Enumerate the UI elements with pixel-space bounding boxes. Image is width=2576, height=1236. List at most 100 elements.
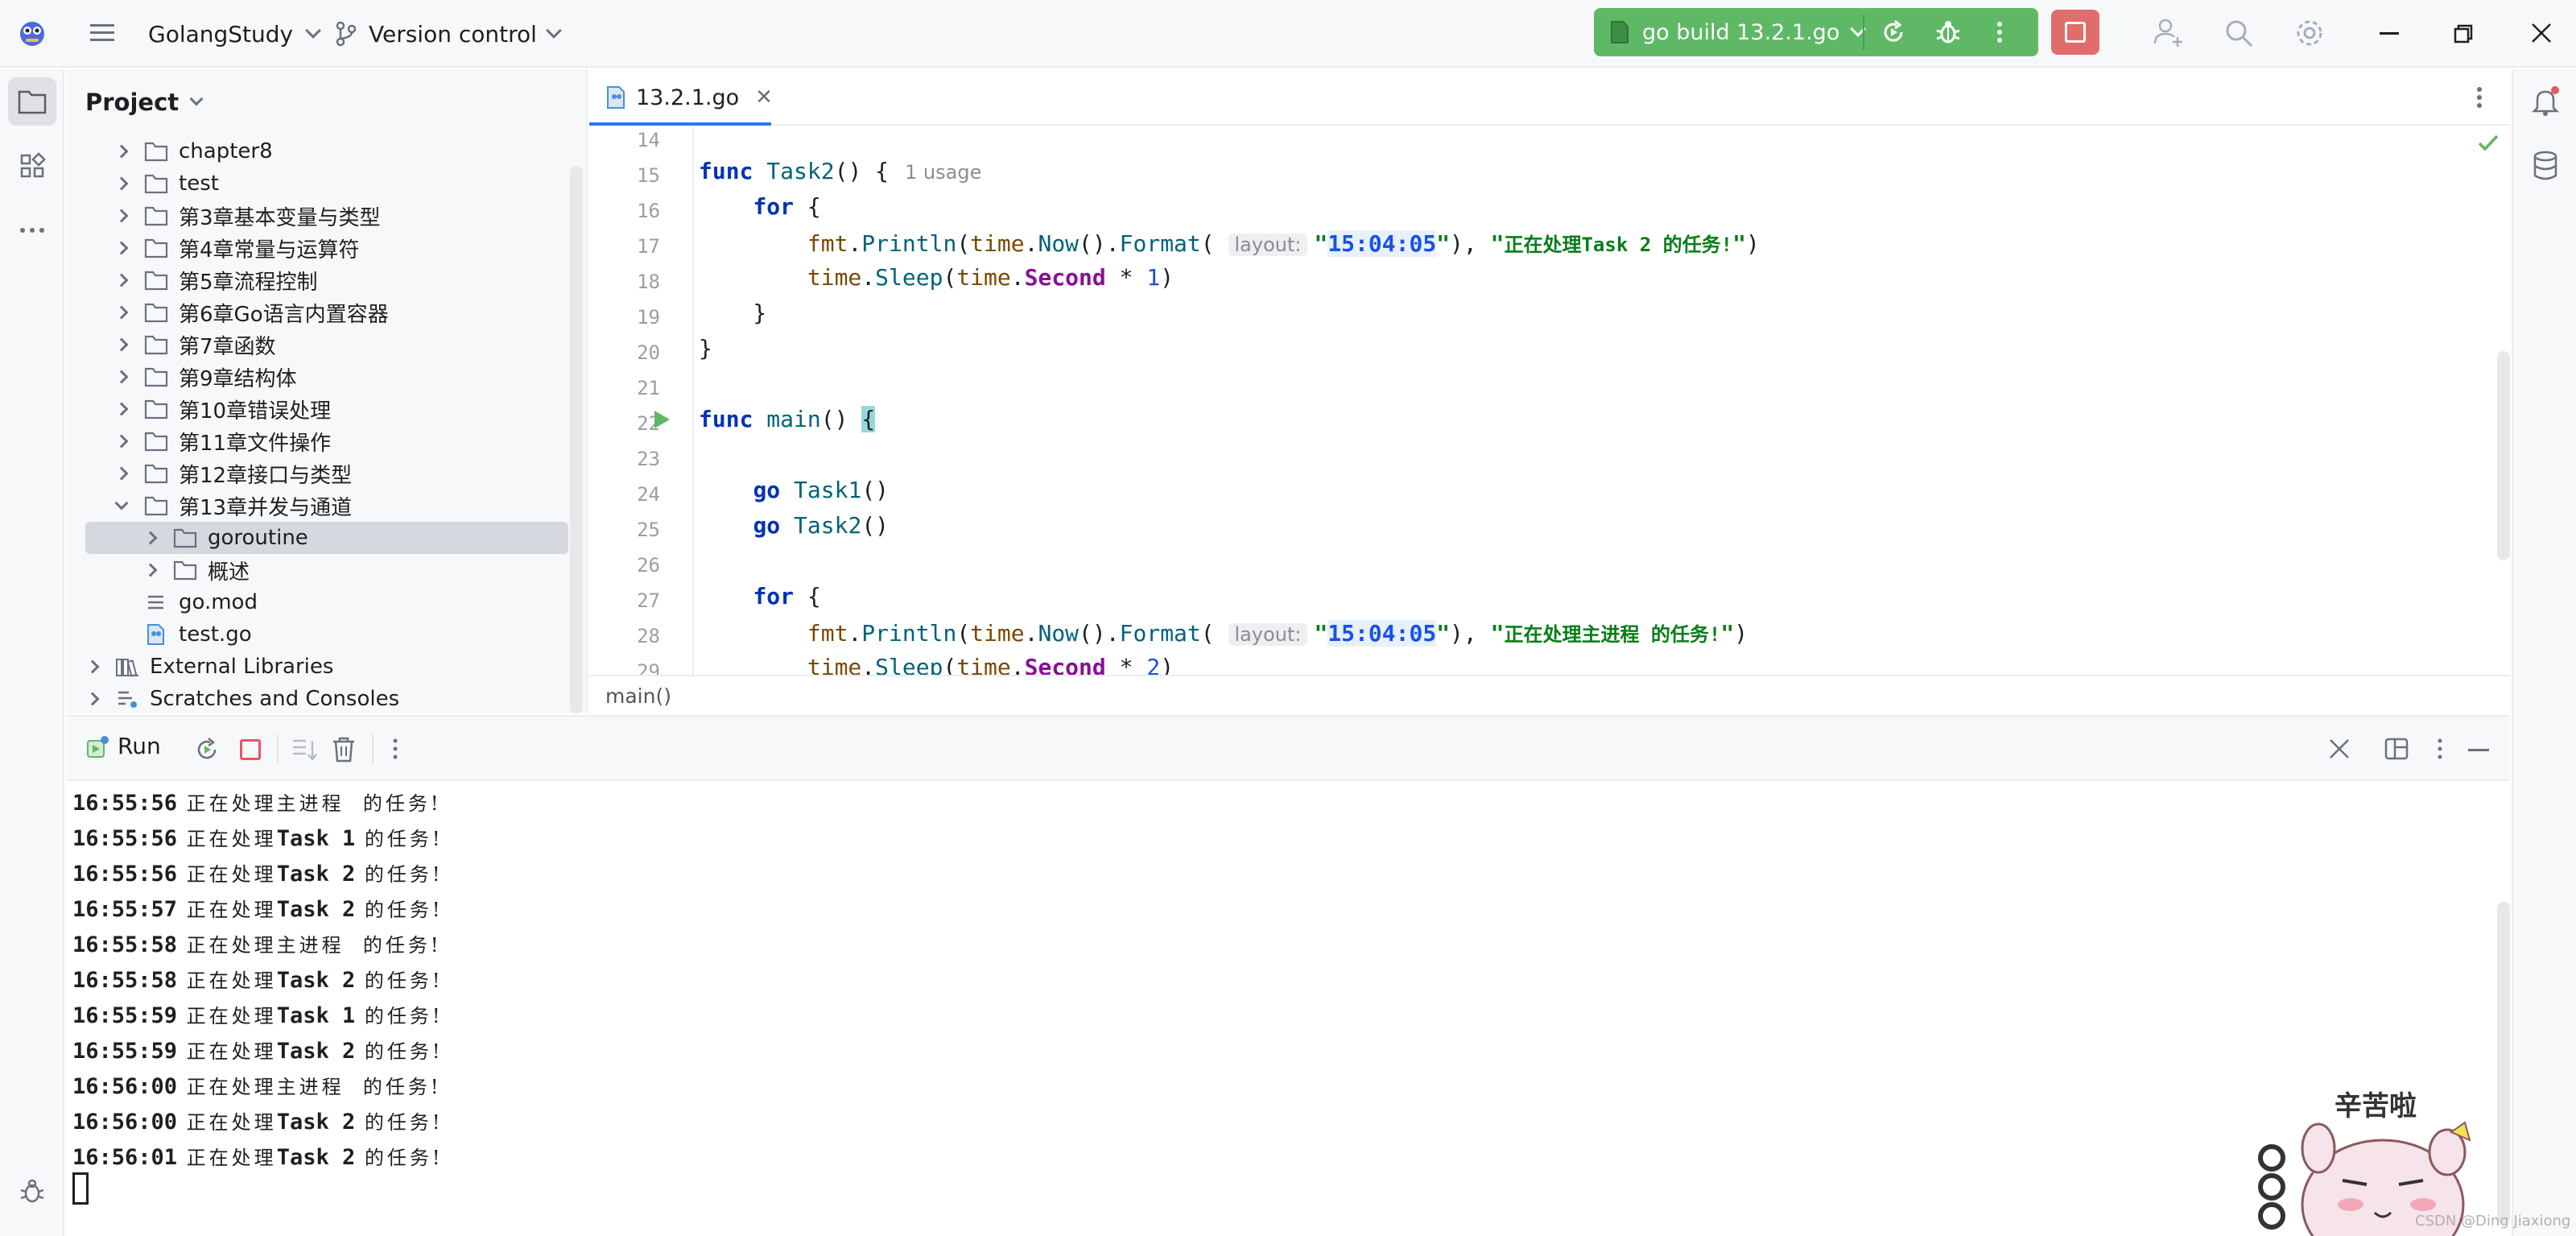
tree-item[interactable]: 第3章基本变量与类型 [66, 200, 549, 232]
bug-icon[interactable] [8, 1168, 56, 1216]
branch-icon [335, 21, 357, 47]
close-icon[interactable] [2531, 23, 2552, 43]
chevron-right-icon[interactable] [114, 466, 129, 481]
line-number: 15 [637, 164, 660, 187]
console-line: 16:56:00 正在处理主进程 的任务! [72, 1071, 442, 1099]
rerun-icon[interactable] [1879, 18, 1908, 50]
scroll-to-end-icon[interactable] [291, 738, 317, 765]
mod-file-icon [143, 592, 169, 613]
chevron-right-icon[interactable] [114, 241, 129, 255]
close-icon[interactable] [2328, 738, 2351, 763]
console-message: 正在处理主进程 的任务! [177, 1076, 442, 1098]
restore-icon[interactable] [2454, 24, 2473, 43]
tab-13-2-1-go[interactable]: 13.2.1.go ✕ [589, 69, 773, 127]
code-line-29: time.Sleep(time.Second * 2) [807, 654, 1174, 675]
stop-button[interactable] [2051, 10, 2099, 55]
more-horizontal-icon[interactable] [8, 206, 56, 254]
vcs-menu[interactable]: Version control [335, 16, 562, 52]
minimize-icon[interactable] [2468, 749, 2489, 751]
run-console[interactable]: 16:55:56 正在处理主进程 的任务! 16:55:56 正在处理Task 1… [66, 781, 2510, 1236]
chevron-right-icon[interactable] [114, 273, 129, 287]
tree-item[interactable]: 第9章结构体 [66, 361, 549, 393]
tree-item[interactable]: 概述 [66, 554, 549, 586]
console-caret[interactable] [72, 1172, 89, 1205]
hamburger-menu-icon[interactable] [89, 19, 116, 47]
line-number: 28 [637, 625, 660, 647]
checkmark-icon[interactable] [2478, 134, 2499, 155]
code-line-22: func main() { [699, 406, 876, 432]
chevron-right-icon[interactable] [114, 209, 129, 223]
chevron-right-icon[interactable] [114, 434, 129, 449]
run-config-label: go build 13.2.1.go [1642, 19, 1840, 45]
layout-icon[interactable] [2384, 738, 2409, 763]
chevron-right-icon[interactable] [114, 337, 129, 352]
folder-icon [143, 495, 169, 516]
console-line: 16:55:59 正在处理Task 2 的任务! [72, 1036, 444, 1064]
tree-item[interactable]: 第6章Go语言内置容器 [66, 296, 549, 329]
chevron-right-icon[interactable] [114, 176, 129, 191]
project-scrollbar[interactable] [570, 166, 583, 713]
tree-item[interactable]: 第11章文件操作 [66, 425, 549, 457]
tree-item[interactable]: 第5章流程控制 [66, 264, 549, 296]
minimize-icon[interactable] [2380, 32, 2399, 35]
run-gutter-icon[interactable] [652, 409, 671, 433]
app-logo-icon[interactable] [18, 19, 47, 48]
breadcrumb[interactable]: main() [589, 675, 2510, 715]
trash-icon[interactable] [332, 736, 356, 767]
debug-icon[interactable] [1934, 18, 1963, 50]
chevron-right-icon[interactable] [143, 531, 158, 545]
console-message: 正在处理主进程 的任务! [177, 934, 442, 957]
folder-icon [143, 399, 169, 420]
notifications-icon[interactable] [2529, 85, 2562, 121]
divider [1863, 14, 1864, 50]
tree-item[interactable]: 第4章常量与运算符 [66, 232, 549, 264]
console-timestamp: 16:55:56 [72, 791, 178, 816]
go-file-icon [1610, 20, 1629, 44]
tree-item-label: chapter8 [179, 139, 273, 163]
breadcrumb-item[interactable]: main() [605, 684, 671, 708]
console-scrollbar[interactable] [2497, 902, 2510, 1224]
database-icon[interactable] [2531, 150, 2560, 185]
project-tool-button[interactable] [8, 77, 56, 126]
project-switcher[interactable]: GolangStudy [148, 16, 322, 52]
settings-icon[interactable] [2294, 18, 2325, 48]
run-tab[interactable]: Run [85, 733, 161, 759]
chevron-down-icon[interactable] [114, 496, 129, 511]
stop-icon[interactable] [240, 739, 261, 760]
run-config-selector[interactable]: go build 13.2.1.go [1610, 16, 1867, 48]
chevron-right-icon[interactable] [114, 305, 129, 320]
chevron-right-icon[interactable] [143, 563, 158, 577]
chevron-right-icon[interactable] [85, 692, 100, 706]
chevron-right-icon[interactable] [114, 370, 129, 384]
code-editor[interactable]: 14 15 16 17 18 19 20 21 22 23 24 25 26 27 28 29 func Ta… [589, 126, 2510, 675]
tree-item[interactable]: go.mod [66, 586, 549, 618]
chevron-right-icon[interactable] [85, 659, 100, 674]
chevron-right-icon[interactable] [114, 402, 129, 416]
chevron-right-icon[interactable] [114, 144, 129, 159]
more-vertical-icon[interactable] [2434, 736, 2446, 765]
rerun-icon[interactable] [193, 736, 221, 767]
tree-item[interactable]: test [66, 167, 549, 200]
tree-item[interactable]: 第10章错误处理 [66, 393, 549, 425]
more-vertical-icon[interactable] [390, 736, 401, 765]
editor-scrollbar[interactable] [2497, 351, 2510, 560]
project-panel-header[interactable]: Project [66, 69, 586, 135]
code-line-20: } [699, 335, 712, 362]
close-tab-icon[interactable]: ✕ [755, 85, 773, 110]
add-user-icon[interactable] [2153, 16, 2185, 48]
tree-item[interactable]: test.go [66, 618, 549, 651]
tree-item[interactable]: 第12章接口与类型 [66, 457, 549, 490]
usage-hint[interactable]: 1 usage [905, 161, 981, 184]
tree-item[interactable]: chapter8 [66, 135, 549, 167]
tree-item[interactable]: goroutine [85, 522, 568, 554]
structure-tool-button[interactable] [8, 142, 56, 190]
tree-item[interactable]: 第7章函数 [66, 329, 549, 361]
more-vertical-icon[interactable] [2473, 84, 2486, 114]
search-icon[interactable] [2223, 18, 2254, 48]
tree-item[interactable]: Scratches and Consoles [66, 683, 549, 715]
tree-item[interactable]: External Libraries [66, 651, 549, 683]
tree-item[interactable]: 第13章并发与通道 [66, 490, 549, 522]
more-vertical-icon[interactable] [1993, 18, 2006, 50]
console-timestamp: 16:55:56 [72, 826, 178, 851]
tree-item-label: 概述 [208, 560, 250, 585]
